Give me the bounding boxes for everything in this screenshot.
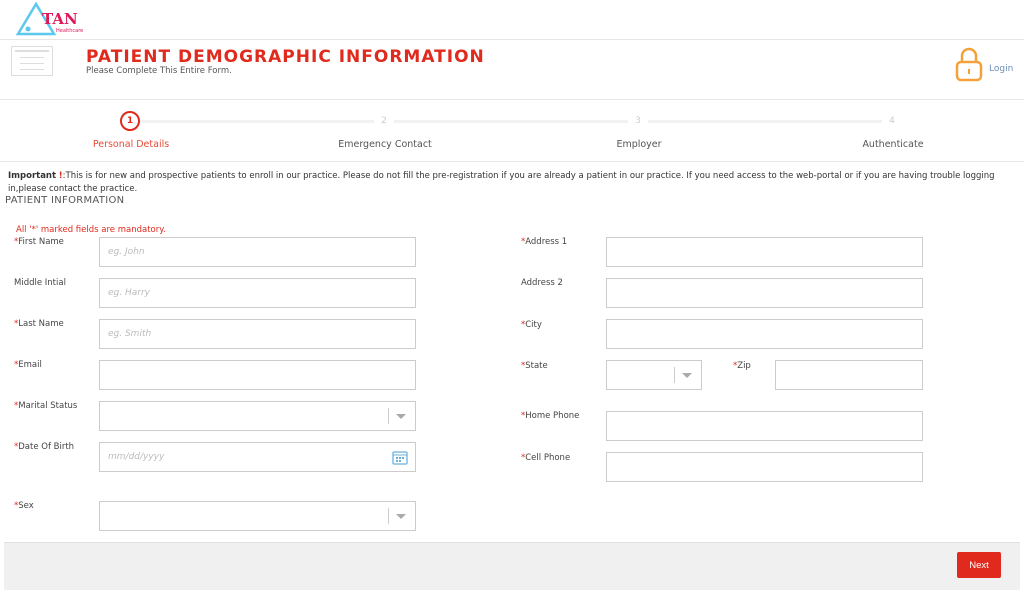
city-input[interactable] xyxy=(606,319,923,349)
cell-phone-input[interactable] xyxy=(606,452,923,482)
section-title: PATIENT INFORMATION xyxy=(5,195,125,206)
notice-label: Important xyxy=(8,171,57,181)
step-personal-details[interactable]: Personal Details xyxy=(31,139,231,150)
marital-status-label: *Marital Status xyxy=(14,401,78,411)
dob-input[interactable]: mm/dd/yyyy xyxy=(99,442,416,472)
step-employer[interactable]: Employer xyxy=(539,139,739,150)
sex-select[interactable] xyxy=(99,501,416,531)
step-3-circle[interactable]: 3 xyxy=(628,111,648,131)
address2-input[interactable] xyxy=(606,278,923,308)
state-select[interactable] xyxy=(606,360,702,390)
zip-input[interactable] xyxy=(775,360,923,390)
form-footer xyxy=(4,542,1020,590)
login-link[interactable]: Login xyxy=(989,64,1013,74)
lock-icon[interactable] xyxy=(955,46,983,82)
marital-status-select[interactable] xyxy=(99,401,416,431)
middle-initial-label: Middle Intial xyxy=(14,278,66,288)
sex-label: *Sex xyxy=(14,501,34,511)
first-name-input[interactable]: eg. John xyxy=(99,237,416,267)
form-icon xyxy=(11,46,53,76)
step-authenticate[interactable]: Authenticate xyxy=(793,139,993,150)
address1-label: *Address 1 xyxy=(521,237,568,247)
step-2-circle[interactable]: 2 xyxy=(374,111,394,131)
home-phone-label: *Home Phone xyxy=(521,411,580,421)
logo-subtext: Healthcare xyxy=(56,28,84,34)
email-input[interactable] xyxy=(99,360,416,390)
zip-label: *Zip xyxy=(733,361,751,371)
mandatory-note: All '*' marked fields are mandatory. xyxy=(16,225,166,235)
last-name-input[interactable]: eg. Smith xyxy=(99,319,416,349)
last-name-label: *Last Name xyxy=(14,319,64,329)
step-4-circle[interactable]: 4 xyxy=(882,111,902,131)
logo: TAN Healthcare xyxy=(15,1,86,38)
page-title: PATIENT DEMOGRAPHIC INFORMATION xyxy=(86,47,485,67)
step-1-circle[interactable]: 1 xyxy=(120,111,140,131)
calendar-icon[interactable] xyxy=(392,449,408,465)
step-emergency-contact[interactable]: Emergency Contact xyxy=(285,139,485,150)
state-label: *State xyxy=(521,361,548,371)
middle-initial-input[interactable]: eg. Harry xyxy=(99,278,416,308)
next-button[interactable]: Next xyxy=(957,552,1001,578)
dob-label: *Date Of Birth xyxy=(14,442,75,452)
address2-label: Address 2 xyxy=(521,278,563,288)
home-phone-input[interactable] xyxy=(606,411,923,441)
logo-text: TAN xyxy=(42,10,78,28)
address1-input[interactable] xyxy=(606,237,923,267)
email-label: *Email xyxy=(14,360,42,370)
city-label: *City xyxy=(521,320,542,330)
notice-text: :This is for new and prospective patient… xyxy=(8,171,995,194)
first-name-label: *First Name xyxy=(14,237,64,247)
page-subtitle: Please Complete This Entire Form. xyxy=(86,66,232,76)
important-notice: Important !:This is for new and prospect… xyxy=(8,170,1018,196)
cell-phone-label: *Cell Phone xyxy=(521,453,571,463)
